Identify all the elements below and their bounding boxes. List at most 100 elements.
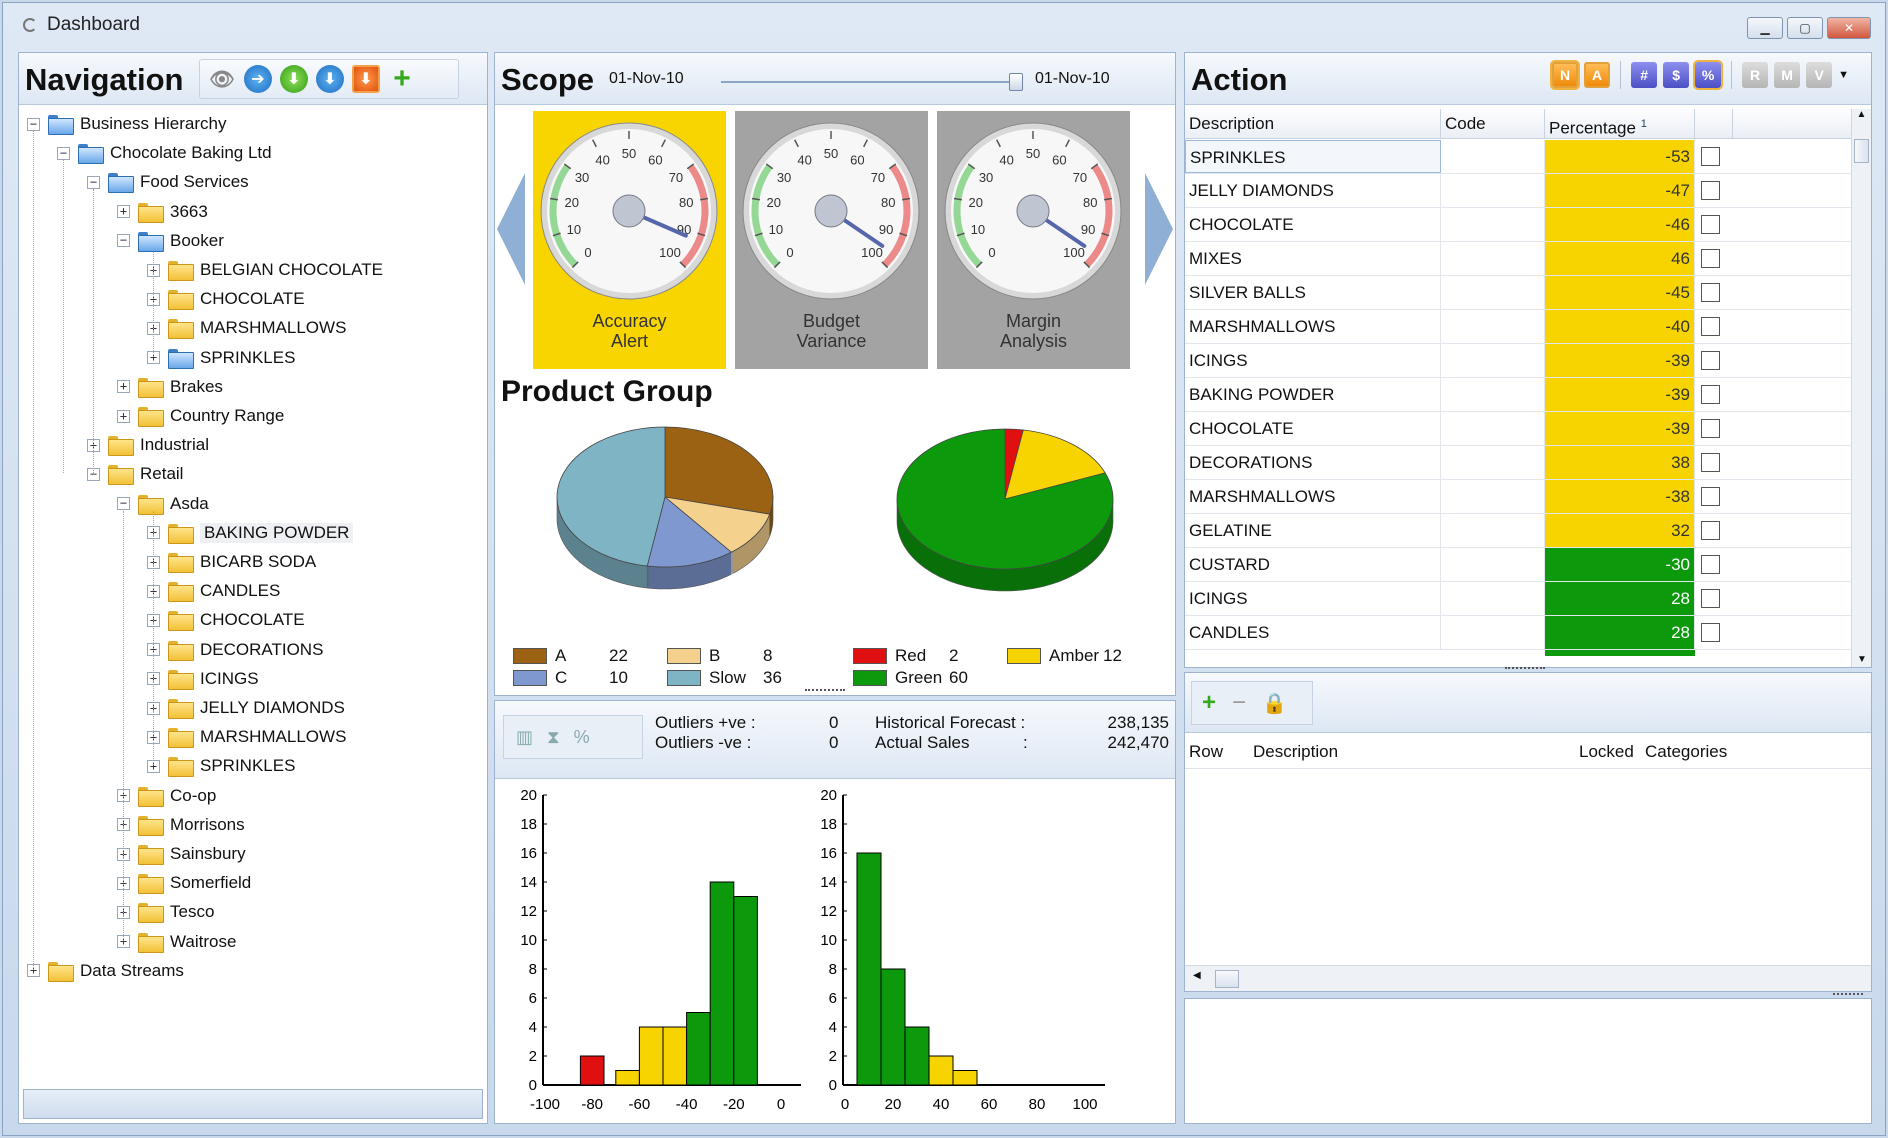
table-row[interactable]: DECORATIONS 38 [1185, 446, 1851, 480]
collapse-icon[interactable]: − [117, 234, 130, 248]
close-button[interactable]: ✕ [1827, 17, 1871, 39]
next-arrow-icon[interactable] [1145, 173, 1173, 285]
tree-node[interactable]: + MARSHMALLOWS [147, 315, 346, 341]
tree-node[interactable]: + Morrisons [117, 812, 245, 838]
collapse-icon[interactable]: − [87, 175, 100, 189]
table-row[interactable]: MIXES 46 [1185, 242, 1851, 276]
col-description[interactable]: Description [1185, 109, 1441, 138]
row-checkbox[interactable] [1701, 283, 1720, 302]
add-row-icon[interactable]: + [1202, 689, 1216, 717]
hscroll-thumb[interactable] [1215, 970, 1239, 988]
chart-icon[interactable]: ▥ [516, 727, 533, 748]
hist-bar[interactable] [709, 881, 735, 1086]
row-checkbox[interactable] [1701, 147, 1720, 166]
table-row[interactable]: BAKING POWDER -39 [1185, 378, 1851, 412]
collapse-icon[interactable]: − [57, 146, 70, 160]
table-row[interactable]: ICINGS -39 [1185, 344, 1851, 378]
tree-node[interactable]: + BAKING POWDER [147, 520, 354, 546]
row-checkbox[interactable] [1701, 317, 1720, 336]
a-filter-button[interactable]: A [1584, 62, 1611, 88]
scroll-up-icon[interactable]: ▲ [1852, 109, 1871, 120]
hist-bar[interactable] [952, 1070, 978, 1086]
m-button[interactable]: M [1774, 62, 1801, 88]
expand-icon[interactable]: + [117, 380, 130, 394]
hist-bar[interactable] [662, 1026, 688, 1086]
expand-icon[interactable]: + [117, 205, 130, 219]
table-row[interactable]: MARSHMALLOWS -38 [1185, 480, 1851, 514]
percent-button[interactable]: % [1693, 60, 1724, 90]
hist-bar[interactable] [928, 1055, 954, 1086]
hist-bar[interactable] [880, 968, 906, 1086]
tree-node[interactable]: + JELLY DIAMONDS [147, 695, 345, 721]
tree-node[interactable]: + CHOCOLATE [147, 607, 305, 633]
hist-bar[interactable] [904, 1026, 930, 1086]
row-details-horizontal-scrollbar[interactable]: ◀ [1185, 965, 1871, 991]
slider-thumb[interactable] [1009, 73, 1023, 91]
maximize-button[interactable]: ▢ [1787, 17, 1823, 39]
tree-node[interactable]: + Tesco [117, 899, 214, 925]
remove-row-icon[interactable]: − [1232, 689, 1246, 717]
col-locked[interactable]: Locked [1575, 735, 1641, 768]
row-checkbox[interactable] [1701, 385, 1720, 404]
view-icon[interactable]: 👁 [208, 65, 236, 93]
toolbar-dropdown-icon[interactable]: ▼ [1838, 69, 1849, 81]
scope-date-slider[interactable] [721, 81, 1021, 83]
col-percentage[interactable]: Percentage 1 [1545, 109, 1695, 138]
bottom-resize-grip[interactable] [1833, 993, 1863, 997]
action-vertical-scrollbar[interactable]: ▲ ▼ [1851, 109, 1871, 667]
table-row[interactable]: CHOCOLATE -39 [1185, 412, 1851, 446]
table-row[interactable]: CANDLES 28 [1185, 616, 1851, 650]
table-row[interactable]: MARSHMALLOWS -40 [1185, 310, 1851, 344]
col-code[interactable]: Code [1441, 109, 1545, 138]
tree-node[interactable]: + Industrial [87, 432, 209, 458]
scroll-left-icon[interactable]: ◀ [1193, 970, 1201, 981]
tree-node[interactable]: + SPRINKLES [147, 345, 295, 371]
hist-bar[interactable] [579, 1055, 605, 1086]
row-checkbox[interactable] [1701, 249, 1720, 268]
r-button[interactable]: R [1742, 62, 1769, 88]
row-checkbox[interactable] [1701, 589, 1720, 608]
tree-node[interactable]: − Business Hierarchy [27, 111, 226, 137]
table-row[interactable]: CHOCOLATE -46 [1185, 208, 1851, 242]
tree-node[interactable]: + BELGIAN CHOCOLATE [147, 257, 383, 283]
collapse-icon[interactable]: − [27, 117, 40, 131]
hist-bar[interactable] [686, 1012, 711, 1086]
lock-icon[interactable]: 🔒 [1262, 691, 1287, 716]
tree-node[interactable]: + Country Range [117, 403, 284, 429]
row-checkbox[interactable] [1701, 555, 1720, 574]
scope-date-to[interactable]: 01-Nov-10 [1035, 70, 1110, 88]
row-checkbox[interactable] [1701, 419, 1720, 438]
arrow-right-icon[interactable]: ➔ [244, 65, 272, 93]
arrow-down-green-icon[interactable]: ⬇ [280, 65, 308, 93]
arrow-down-orange-icon[interactable]: ⬇ [352, 65, 380, 93]
tree-node[interactable]: − Food Services [87, 169, 249, 195]
scroll-thumb[interactable] [1854, 139, 1869, 163]
n-filter-button[interactable]: N [1550, 60, 1581, 90]
percent-icon[interactable]: % [574, 727, 590, 748]
row-checkbox[interactable] [1701, 351, 1720, 370]
tree-node[interactable]: + Sainsbury [117, 841, 246, 867]
scope-date-from[interactable]: 01-Nov-10 [609, 70, 684, 88]
tree-node[interactable]: + Data Streams [27, 958, 184, 984]
table-row[interactable]: SPRINKLES -53 [1185, 140, 1851, 174]
collapse-icon[interactable]: − [117, 497, 130, 511]
tree-node[interactable]: + SPRINKLES [147, 753, 295, 779]
add-icon[interactable]: + [388, 62, 416, 95]
hist-bar[interactable] [638, 1026, 664, 1086]
arrow-down-blue-icon[interactable]: ⬇ [316, 65, 344, 93]
count-button[interactable]: # [1631, 62, 1658, 88]
action-resize-grip[interactable] [1505, 667, 1545, 671]
prev-arrow-icon[interactable] [497, 173, 525, 285]
gauge-card[interactable]: 0 10 20 30 40 50 60 70 80 90 100 Accuracy Alert [533, 111, 726, 369]
tree-node[interactable]: + CANDLES [147, 578, 280, 604]
tree-node[interactable]: + Brakes [117, 374, 223, 400]
scope-resize-grip[interactable] [805, 689, 845, 693]
tree-node[interactable]: + MARSHMALLOWS [147, 724, 346, 750]
tree-node[interactable]: + DECORATIONS [147, 637, 323, 663]
row-checkbox[interactable] [1701, 487, 1720, 506]
value-button[interactable]: $ [1663, 62, 1690, 88]
row-checkbox[interactable] [1701, 453, 1720, 472]
v-button[interactable]: V [1806, 62, 1833, 88]
tree-node[interactable]: − Chocolate Baking Ltd [57, 140, 272, 166]
hist-bar[interactable] [856, 852, 882, 1086]
